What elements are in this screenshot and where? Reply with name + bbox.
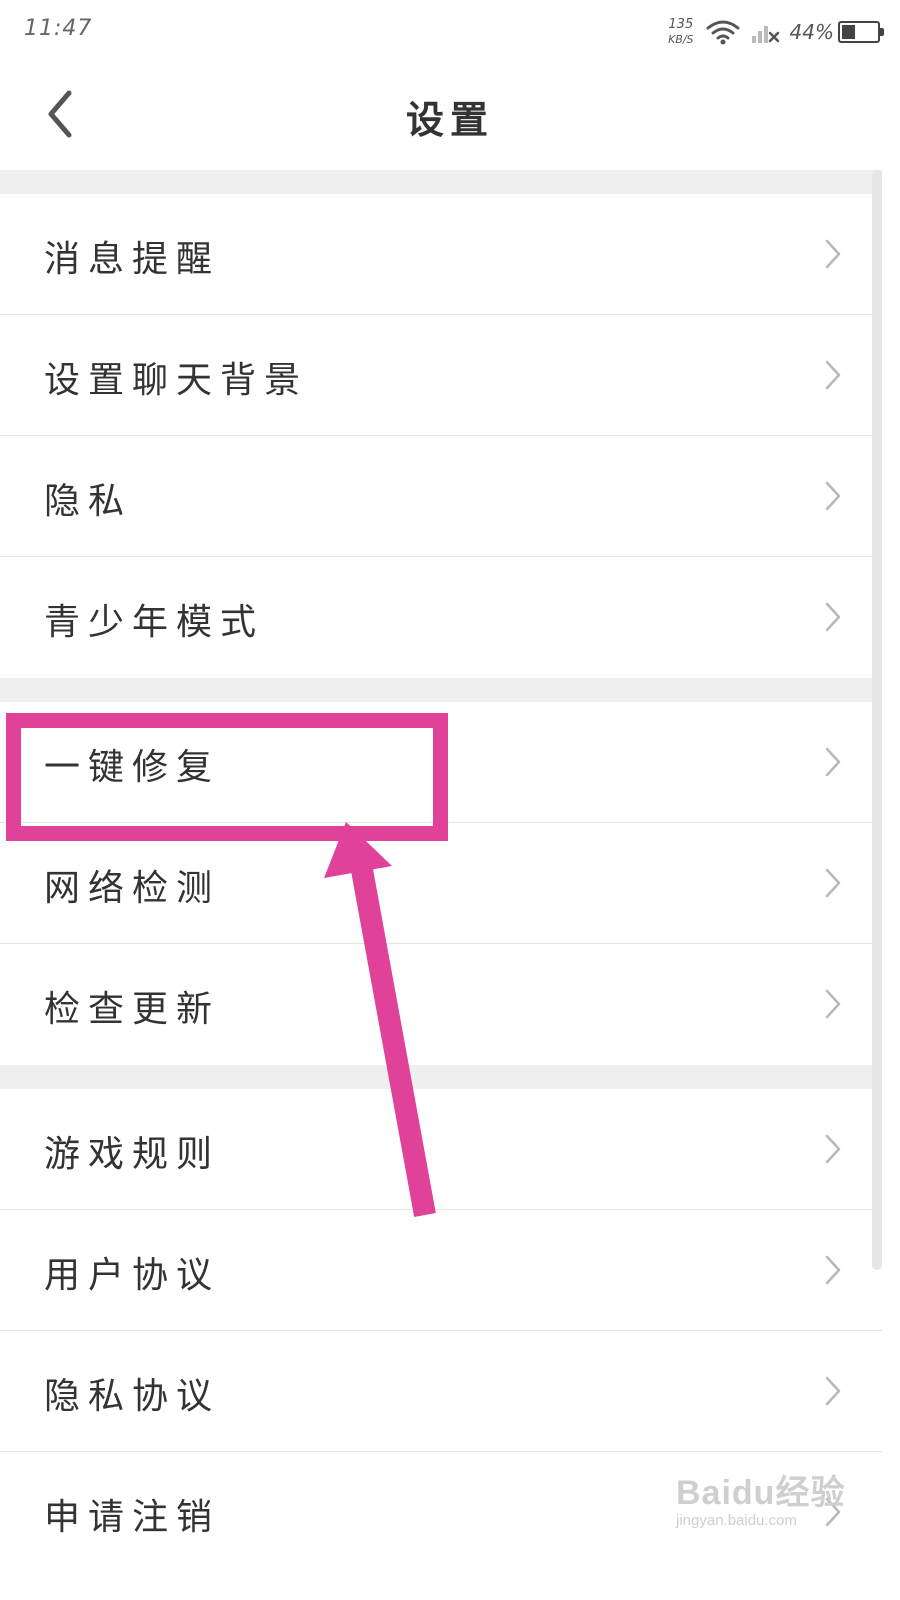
setting-one-click-repair[interactable]: 一键修复 xyxy=(0,702,882,823)
chevron-right-icon xyxy=(825,360,841,390)
setting-privacy-agreement[interactable]: 隐私协议 xyxy=(0,1331,882,1452)
signal-off-icon xyxy=(751,26,779,43)
battery-icon xyxy=(838,21,884,43)
chevron-right-icon xyxy=(825,989,841,1019)
setting-label: 消息提醒 xyxy=(44,239,221,280)
setting-privacy[interactable]: 隐私 xyxy=(0,436,882,557)
settings-list: 消息提醒 设置聊天背景 隐私 青少年模式 一键修复 网络检测 检查更新 游戏规则… xyxy=(0,170,882,1573)
setting-check-update[interactable]: 检查更新 xyxy=(0,944,882,1065)
battery-level xyxy=(842,25,855,39)
wifi-icon xyxy=(706,20,740,45)
setting-label: 游戏规则 xyxy=(44,1134,221,1175)
status-time: 11:47 xyxy=(24,16,93,41)
setting-label: 青少年模式 xyxy=(44,602,265,643)
scrollbar[interactable] xyxy=(872,170,882,1270)
section-divider xyxy=(0,1065,882,1089)
section-divider xyxy=(0,678,882,702)
chevron-right-icon xyxy=(825,602,841,632)
chevron-right-icon xyxy=(825,1376,841,1406)
setting-game-rules[interactable]: 游戏规则 xyxy=(0,1089,882,1210)
setting-chat-background[interactable]: 设置聊天背景 xyxy=(0,315,882,436)
app-header: 设置 xyxy=(0,64,900,170)
setting-label: 隐私协议 xyxy=(44,1376,221,1417)
setting-label: 设置聊天背景 xyxy=(44,360,309,401)
chevron-right-icon xyxy=(825,239,841,269)
network-speed-value: 135 xyxy=(668,17,694,32)
chevron-right-icon xyxy=(825,1497,841,1527)
setting-label: 用户协议 xyxy=(44,1255,221,1296)
setting-network-test[interactable]: 网络检测 xyxy=(0,823,882,944)
chevron-right-icon xyxy=(825,1255,841,1285)
network-speed-unit: KB/S xyxy=(668,33,694,46)
chevron-right-icon xyxy=(825,868,841,898)
setting-label: 检查更新 xyxy=(44,989,221,1030)
setting-label: 网络检测 xyxy=(44,868,221,909)
network-speed: 135 KB/S xyxy=(668,17,693,47)
setting-cancel-account[interactable]: 申请注销 xyxy=(0,1452,882,1573)
setting-user-agreement[interactable]: 用户协议 xyxy=(0,1210,882,1331)
battery-percent: 44% xyxy=(789,20,834,44)
status-bar: 11:47 135 KB/S 44% xyxy=(0,0,900,64)
setting-label: 申请注销 xyxy=(44,1497,221,1538)
page-title: 设置 xyxy=(405,98,494,142)
setting-label: 一键修复 xyxy=(44,747,221,788)
setting-message-notification[interactable]: 消息提醒 xyxy=(0,194,882,315)
chevron-right-icon xyxy=(825,481,841,511)
setting-label: 隐私 xyxy=(44,481,133,522)
status-indicators: 135 KB/S 44% xyxy=(668,10,884,54)
chevron-right-icon xyxy=(825,747,841,777)
setting-teen-mode[interactable]: 青少年模式 xyxy=(0,557,882,678)
section-divider xyxy=(0,170,882,194)
chevron-right-icon xyxy=(825,1134,841,1164)
